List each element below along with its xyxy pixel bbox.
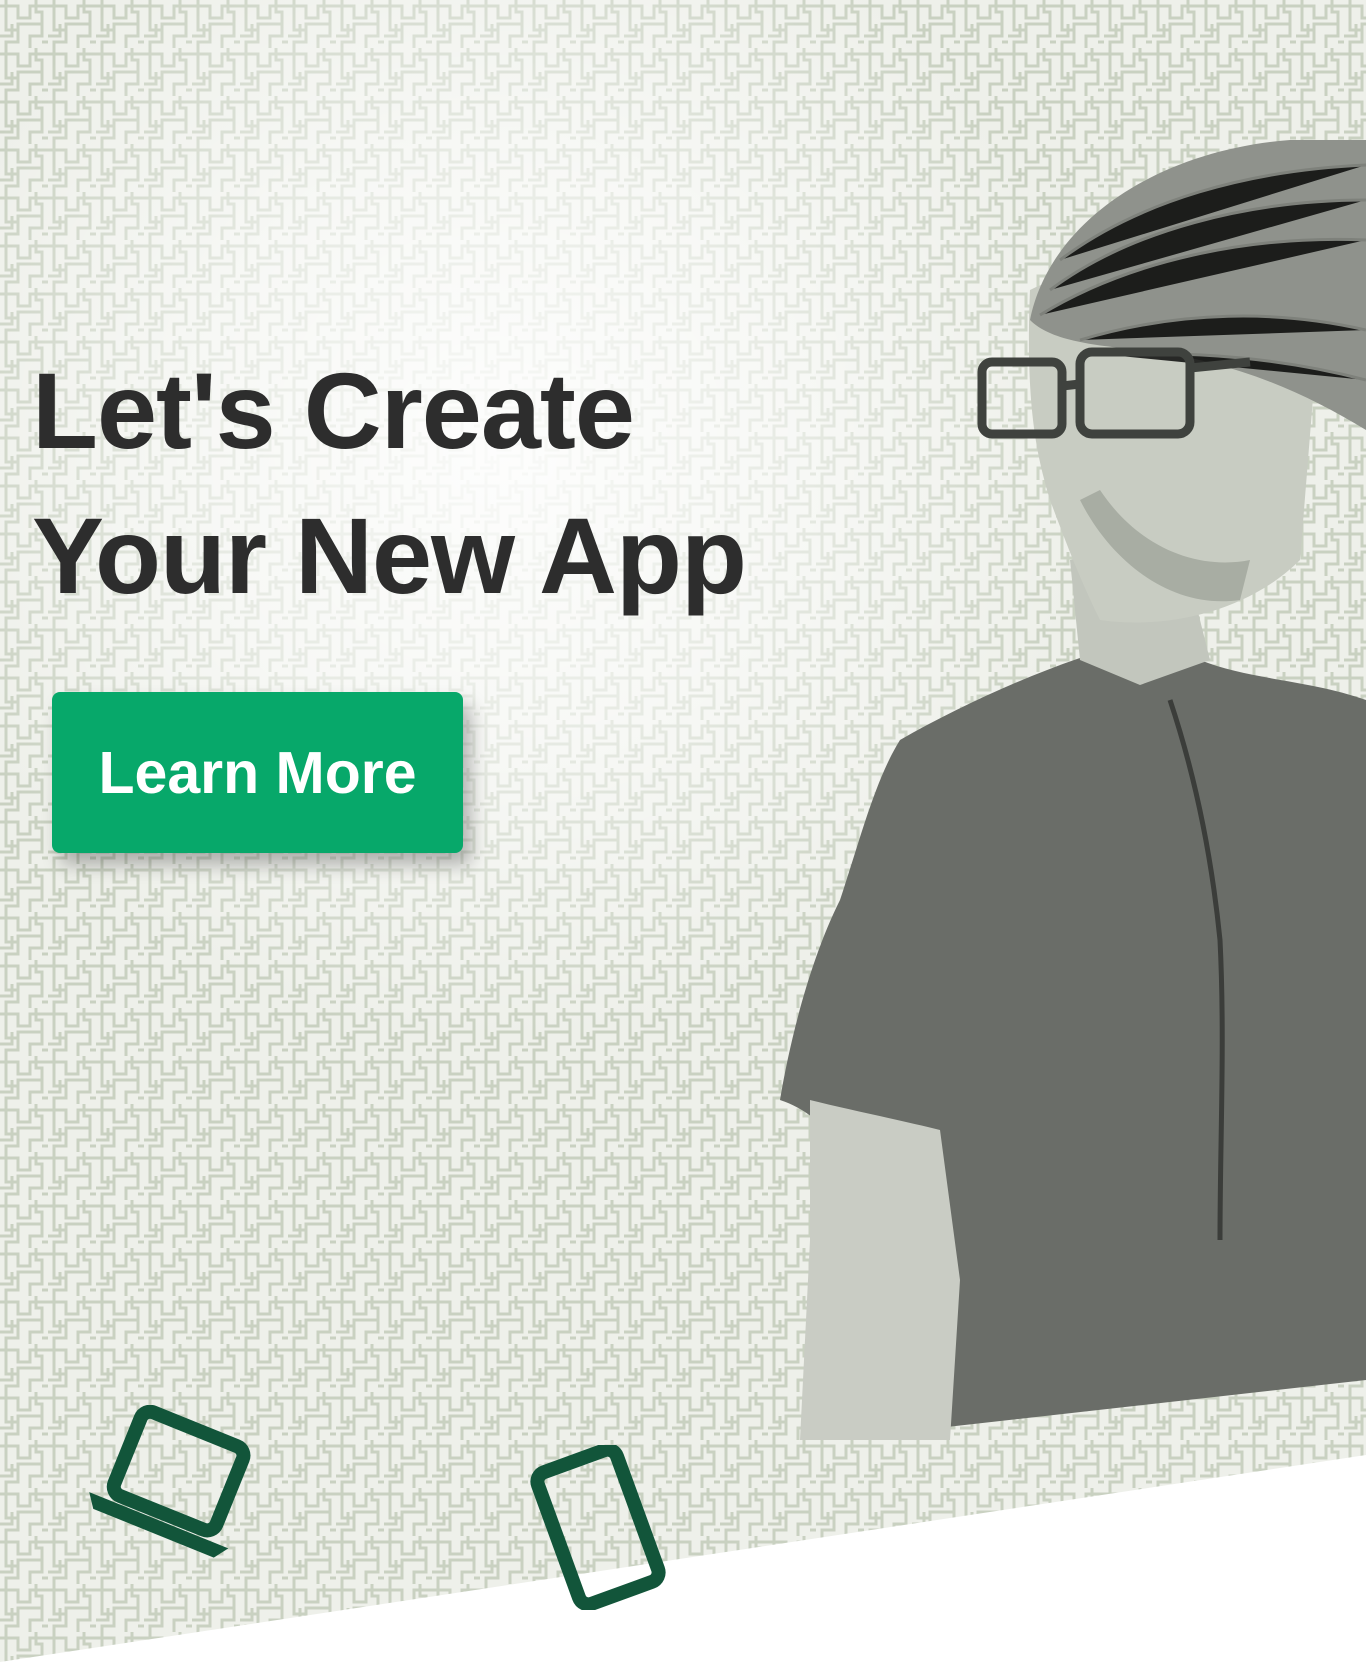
hero-section: Let's Create Your New App Learn More (0, 0, 1366, 1662)
headline-line-2: Your New App (32, 495, 747, 616)
hero-headline: Let's Create Your New App (32, 338, 747, 628)
laptop-icon (89, 1405, 251, 1558)
headline-line-1: Let's Create (32, 350, 635, 471)
tablet-icon (530, 1445, 666, 1610)
learn-more-button[interactable]: Learn More (52, 692, 463, 853)
